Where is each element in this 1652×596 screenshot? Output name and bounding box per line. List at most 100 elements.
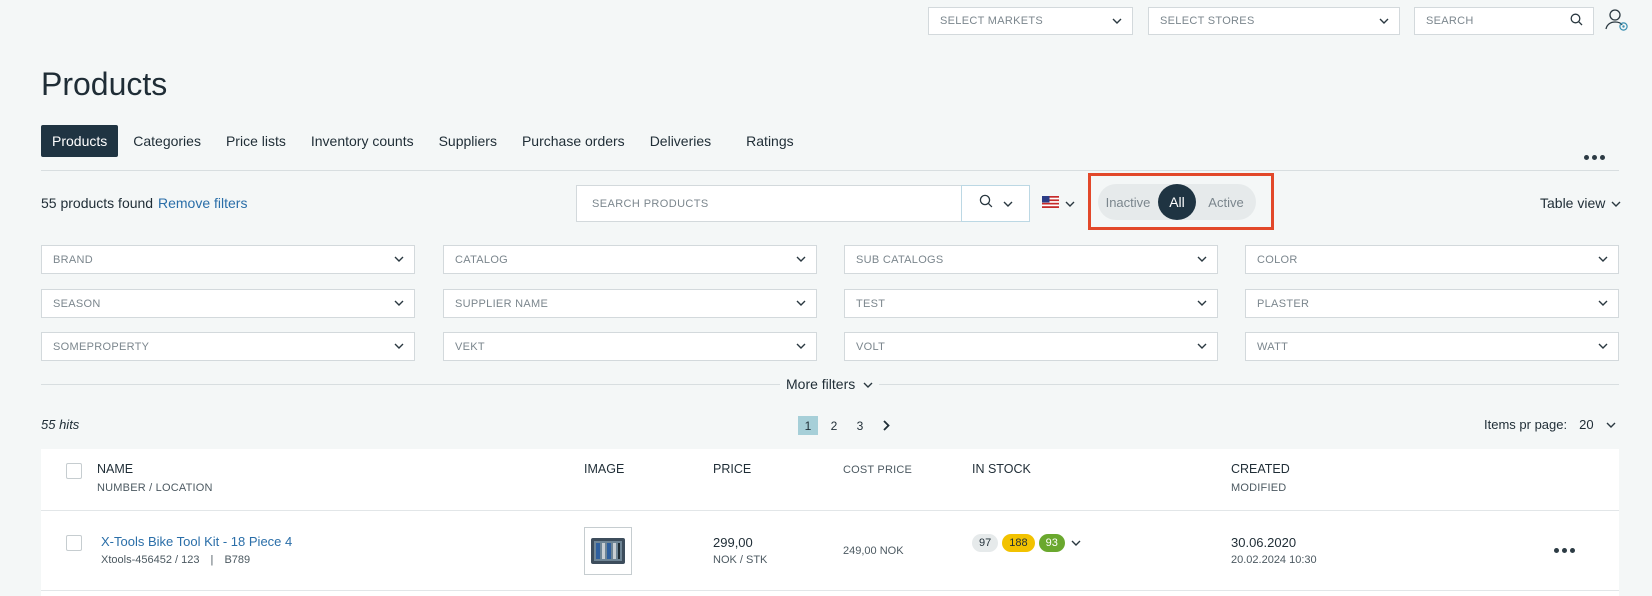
chevron-down-icon bbox=[1065, 195, 1075, 213]
chevron-down-icon bbox=[796, 299, 806, 309]
filter-label: SUB CATALOGS bbox=[856, 253, 944, 266]
more-options-icon[interactable] bbox=[1584, 155, 1605, 160]
user-settings-icon[interactable] bbox=[1604, 7, 1630, 38]
page-3-button[interactable]: 3 bbox=[850, 416, 870, 435]
filter-label: SEASON bbox=[53, 297, 101, 310]
filter-label: VOLT bbox=[856, 340, 886, 353]
chevron-down-icon bbox=[1598, 299, 1608, 309]
filter-season[interactable]: SEASON bbox=[41, 289, 415, 318]
language-selector[interactable] bbox=[1042, 195, 1075, 213]
filter-label: PLASTER bbox=[1257, 297, 1310, 310]
stock-badge-gray: 97 bbox=[972, 534, 999, 552]
filter-watt[interactable]: WATT bbox=[1245, 332, 1619, 361]
product-search-placeholder: SEARCH PRODUCTS bbox=[592, 197, 709, 210]
table-view-dropdown[interactable]: Table view bbox=[1540, 195, 1621, 211]
row-actions-icon[interactable] bbox=[1554, 548, 1575, 553]
header-modified[interactable]: MODIFIED bbox=[1231, 482, 1286, 494]
tool-kit-image bbox=[591, 538, 625, 564]
next-page-icon[interactable] bbox=[876, 416, 896, 435]
products-table: NAME NUMBER / LOCATION IMAGE PRICE COST … bbox=[41, 449, 1619, 596]
tab-categories[interactable]: Categories bbox=[133, 125, 201, 157]
product-price: 299,00 bbox=[713, 535, 753, 550]
chevron-down-icon bbox=[1197, 255, 1207, 265]
chevron-down-icon[interactable] bbox=[1071, 534, 1081, 552]
tab-suppliers[interactable]: Suppliers bbox=[439, 125, 497, 157]
product-location: B789 bbox=[224, 554, 251, 566]
chevron-down-icon bbox=[1379, 16, 1389, 26]
global-search-input[interactable]: SEARCH bbox=[1414, 7, 1594, 35]
row-checkbox[interactable] bbox=[66, 535, 82, 551]
header-in-stock[interactable]: IN STOCK bbox=[972, 462, 1031, 476]
chevron-down-icon bbox=[863, 376, 873, 392]
header-price[interactable]: PRICE bbox=[713, 462, 751, 476]
tab-purchase-orders[interactable]: Purchase orders bbox=[522, 125, 625, 157]
global-search-placeholder: SEARCH bbox=[1426, 15, 1474, 27]
filter-vekt[interactable]: VEKT bbox=[443, 332, 817, 361]
table-view-label: Table view bbox=[1540, 195, 1606, 211]
search-icon bbox=[979, 194, 993, 213]
product-modified: 20.02.2024 10:30 bbox=[1231, 554, 1317, 566]
select-markets-dropdown[interactable]: SELECT MARKETS bbox=[928, 7, 1133, 35]
chevron-down-icon bbox=[394, 255, 404, 265]
header-image: IMAGE bbox=[584, 462, 625, 476]
chevron-down-icon bbox=[1112, 16, 1122, 26]
filter-label: COLOR bbox=[1257, 253, 1298, 266]
header-cost-price[interactable]: COST PRICE bbox=[843, 464, 912, 476]
chevron-down-icon bbox=[1611, 195, 1621, 211]
page-1-button[interactable]: 1 bbox=[798, 416, 818, 435]
filter-sub-catalogs[interactable]: SUB CATALOGS bbox=[844, 245, 1218, 274]
filter-brand[interactable]: BRAND bbox=[41, 245, 415, 274]
more-filters-button[interactable]: More filters bbox=[780, 376, 880, 392]
tab-price-lists[interactable]: Price lists bbox=[226, 125, 286, 157]
status-toggle: Inactive All Active bbox=[1098, 184, 1256, 220]
status-inactive-option[interactable]: Inactive bbox=[1098, 195, 1158, 210]
filter-label: TEST bbox=[856, 297, 886, 310]
separator: | bbox=[210, 554, 214, 566]
select-stores-dropdown[interactable]: SELECT STORES bbox=[1148, 7, 1400, 35]
header-name[interactable]: NAME bbox=[97, 462, 133, 476]
filter-label: SUPPLIER NAME bbox=[455, 297, 549, 310]
select-stores-label: SELECT STORES bbox=[1160, 15, 1255, 27]
chevron-down-icon bbox=[796, 342, 806, 352]
chevron-down-icon bbox=[1197, 342, 1207, 352]
stock-badge-green: 93 bbox=[1038, 534, 1065, 552]
items-per-page-select[interactable]: 20 bbox=[1579, 417, 1616, 432]
page-2-button[interactable]: 2 bbox=[824, 416, 844, 435]
select-markets-label: SELECT MARKETS bbox=[940, 15, 1044, 27]
filter-volt[interactable]: VOLT bbox=[844, 332, 1218, 361]
filter-plaster[interactable]: PLASTER bbox=[1245, 289, 1619, 318]
chevron-down-icon bbox=[394, 342, 404, 352]
product-search-input[interactable]: SEARCH PRODUCTS bbox=[576, 185, 962, 222]
product-image[interactable] bbox=[584, 527, 632, 575]
filter-supplier-name[interactable]: SUPPLIER NAME bbox=[443, 289, 817, 318]
tabs-divider bbox=[41, 170, 1619, 171]
filter-label: BRAND bbox=[53, 253, 94, 266]
tab-deliveries[interactable]: Deliveries bbox=[650, 125, 711, 157]
tab-products[interactable]: Products bbox=[41, 125, 119, 157]
tab-inventory-counts[interactable]: Inventory counts bbox=[311, 125, 414, 157]
row-divider bbox=[41, 590, 1619, 591]
filter-test[interactable]: TEST bbox=[844, 289, 1218, 318]
chevron-down-icon bbox=[1003, 195, 1013, 213]
chevron-down-icon bbox=[1598, 255, 1608, 265]
product-name-link[interactable]: X-Tools Bike Tool Kit - 18 Piece 4 bbox=[101, 534, 292, 549]
filter-color[interactable]: COLOR bbox=[1245, 245, 1619, 274]
search-icon[interactable] bbox=[1570, 13, 1583, 29]
filter-label: SOMEPROPERTY bbox=[53, 340, 150, 353]
stock-badge-yellow: 188 bbox=[1002, 534, 1035, 552]
stock-badges[interactable]: 97 188 93 bbox=[972, 534, 1081, 552]
status-active-option[interactable]: Active bbox=[1196, 195, 1256, 210]
filter-someproperty[interactable]: SOMEPROPERTY bbox=[41, 332, 415, 361]
tab-ratings[interactable]: Ratings bbox=[746, 125, 793, 157]
filter-catalog[interactable]: CATALOG bbox=[443, 245, 817, 274]
us-flag-icon bbox=[1042, 195, 1059, 213]
header-divider bbox=[41, 510, 1619, 511]
chevron-down-icon bbox=[394, 299, 404, 309]
select-all-checkbox[interactable] bbox=[66, 463, 82, 479]
product-created: 30.06.2020 bbox=[1231, 535, 1297, 550]
chevron-down-icon bbox=[1598, 342, 1608, 352]
search-options-button[interactable] bbox=[961, 185, 1030, 222]
header-created[interactable]: CREATED bbox=[1231, 462, 1290, 476]
remove-filters-link[interactable]: Remove filters bbox=[158, 195, 247, 211]
status-all-option[interactable]: All bbox=[1158, 184, 1196, 220]
